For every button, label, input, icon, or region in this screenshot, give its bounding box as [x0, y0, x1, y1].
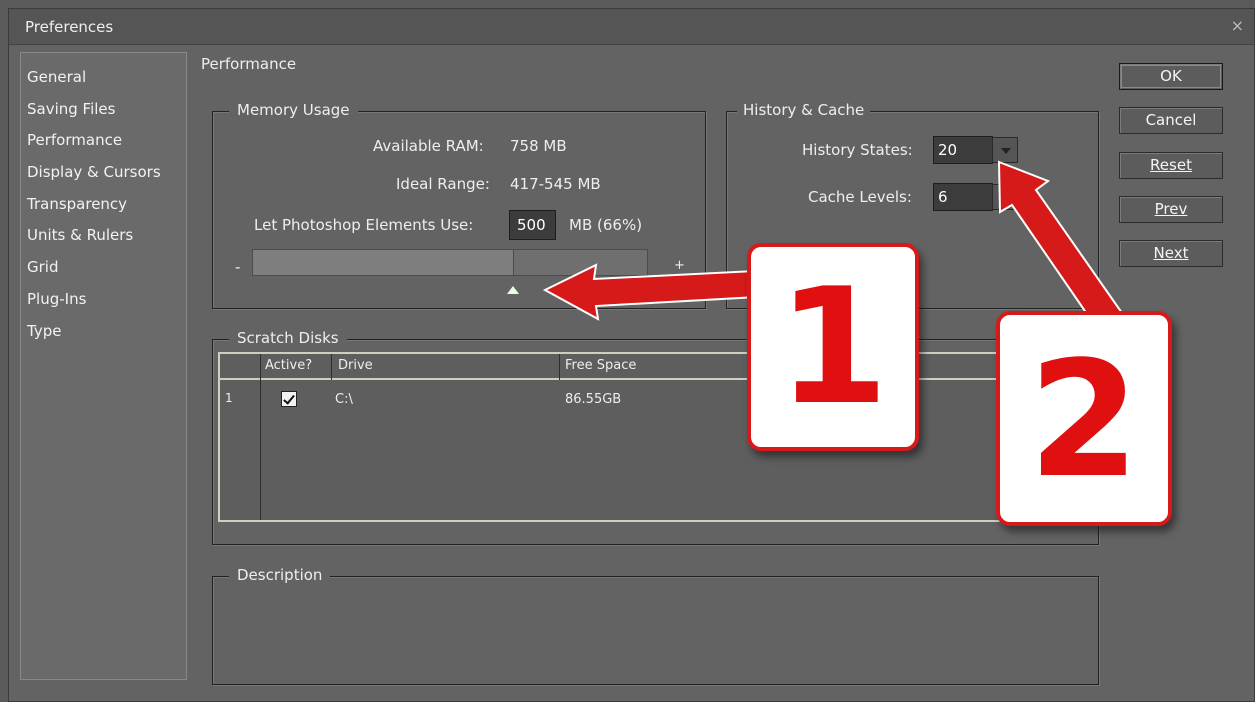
memory-slider-fill: [253, 250, 515, 275]
cache-levels-input[interactable]: 6: [933, 183, 993, 211]
sidebar-item-type[interactable]: Type: [21, 315, 186, 347]
drive-active-checkbox[interactable]: [281, 391, 297, 407]
column-header-free-space[interactable]: Free Space: [565, 358, 636, 373]
history-states-dropdown-button[interactable]: [992, 137, 1018, 163]
available-ram-label: Available RAM:: [373, 137, 484, 155]
callout-badge-1: 1: [747, 243, 919, 451]
memory-use-input[interactable]: 500: [509, 210, 556, 240]
cache-levels-label: Cache Levels:: [808, 188, 912, 206]
sidebar-item-grid[interactable]: Grid: [21, 251, 186, 283]
column-header-active[interactable]: Active?: [265, 358, 312, 373]
callout-number-1: 1: [777, 253, 889, 440]
memory-use-suffix: MB (66%): [569, 216, 643, 234]
callout-badge-2: 2: [996, 311, 1172, 526]
sidebar-item-display-cursors[interactable]: Display & Cursors: [21, 156, 186, 188]
sidebar-item-plug-ins[interactable]: Plug-Ins: [21, 283, 186, 315]
memory-usage-legend: Memory Usage: [229, 101, 358, 119]
section-title: Performance: [201, 55, 297, 73]
sidebar-item-general[interactable]: General: [21, 61, 186, 93]
history-states-label: History States:: [802, 141, 913, 159]
history-cache-legend: History & Cache: [737, 101, 871, 119]
column-divider: [331, 354, 332, 380]
prev-button[interactable]: Prev: [1119, 196, 1223, 223]
reset-button[interactable]: Reset: [1119, 152, 1223, 179]
drive-cell: C:\: [335, 392, 353, 407]
slider-minus: -: [235, 258, 241, 276]
sidebar-item-performance[interactable]: Performance: [21, 124, 186, 156]
cache-levels-dropdown-button[interactable]: [992, 184, 1018, 210]
sidebar-item-saving-files[interactable]: Saving Files: [21, 93, 186, 125]
next-button[interactable]: Next: [1119, 240, 1223, 267]
description-group: Description: [212, 566, 1099, 685]
callout-number-2: 2: [1028, 326, 1140, 513]
sidebar-item-transparency[interactable]: Transparency: [21, 188, 186, 220]
ideal-range-label: Ideal Range:: [396, 175, 490, 193]
ok-button[interactable]: OK: [1119, 63, 1223, 90]
free-space-cell: 86.55GB: [565, 392, 622, 407]
ideal-range-value: 417-545 MB: [510, 175, 601, 193]
slider-plus: +: [674, 258, 685, 273]
history-states-input[interactable]: 20: [933, 136, 993, 164]
column-header-drive[interactable]: Drive: [338, 358, 373, 373]
scratch-disks-legend: Scratch Disks: [229, 329, 347, 347]
memory-slider-track[interactable]: [252, 249, 648, 276]
title-bar: Preferences ×: [9, 9, 1254, 45]
sidebar-item-units-rulers[interactable]: Units & Rulers: [21, 219, 186, 251]
memory-slider-thumb[interactable]: [507, 286, 520, 294]
close-icon[interactable]: ×: [1231, 16, 1244, 35]
window-title: Preferences: [25, 18, 114, 36]
table-header: Active? Drive Free Space: [220, 354, 1086, 380]
preferences-sidebar: General Saving Files Performance Display…: [20, 52, 187, 680]
column-divider: [559, 354, 560, 380]
row-index: 1: [225, 391, 233, 405]
memory-use-label: Let Photoshop Elements Use:: [254, 216, 474, 234]
cancel-button[interactable]: Cancel: [1119, 107, 1223, 134]
description-legend: Description: [229, 566, 331, 584]
column-divider: [260, 354, 261, 520]
scratch-disks-table: Active? Drive Free Space 1 C:\ 86.55GB: [218, 352, 1088, 522]
available-ram-value: 758 MB: [510, 137, 567, 155]
